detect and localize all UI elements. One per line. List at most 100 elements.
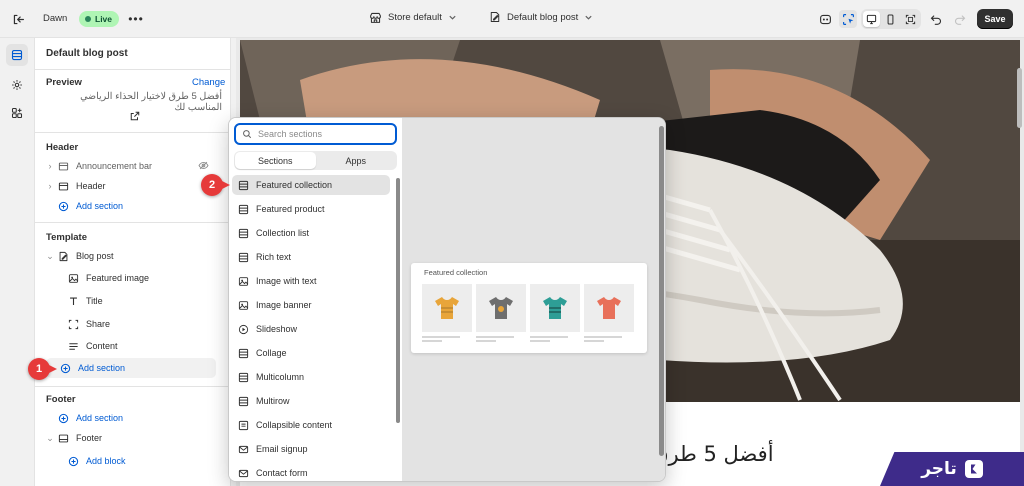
section-option-image-banner[interactable]: Image banner — [232, 295, 390, 315]
email-icon — [238, 445, 249, 453]
search-sections-input[interactable] — [258, 129, 378, 139]
tab-apps[interactable]: Apps — [316, 152, 397, 169]
theme-settings-icon[interactable] — [6, 74, 28, 96]
email-icon — [238, 469, 249, 477]
chevron-right-icon[interactable]: › — [44, 161, 56, 171]
app-blocks-icon[interactable] — [6, 102, 28, 124]
tshirt-icon — [476, 284, 526, 332]
section-option-collection-list[interactable]: Collection list — [232, 223, 390, 243]
add-section-footer[interactable]: Add section — [56, 408, 235, 428]
preview-product-card — [422, 284, 472, 342]
brand-watermark-text: تاجر — [921, 459, 957, 479]
preview-pane-scrollbar[interactable] — [659, 126, 664, 456]
header-group-heading: Header — [46, 142, 79, 153]
add-block-footer[interactable]: Add block — [66, 451, 216, 471]
section-row-label: Blog post — [76, 251, 114, 261]
step-callout-1: 1 — [28, 358, 57, 380]
section-option-collage[interactable]: Collage — [232, 343, 390, 363]
block-row-featured-image[interactable]: Featured image — [66, 268, 216, 288]
redo-icon[interactable] — [951, 10, 969, 28]
section-option-contact-form[interactable]: Contact form — [232, 463, 390, 481]
sections-nav-icon[interactable] — [6, 44, 28, 66]
section-option-featured-product[interactable]: Featured product — [232, 199, 390, 219]
add-section-label: Add section — [76, 413, 124, 423]
image-icon — [238, 300, 249, 310]
section-option-label: Collection list — [256, 228, 310, 238]
section-option-featured-collection[interactable]: Featured collection — [232, 175, 390, 195]
preview-product-card — [476, 284, 526, 342]
block-row-share[interactable]: Share — [66, 314, 216, 334]
step-callout-2: 2 — [201, 174, 230, 196]
save-button[interactable]: Save — [977, 9, 1013, 29]
section-layout-icon — [238, 180, 249, 190]
section-option-multicolumn[interactable]: Multicolumn — [232, 367, 390, 387]
section-option-label: Collage — [256, 348, 287, 358]
brand-watermark: تاجر — [880, 452, 1024, 486]
add-section-header[interactable]: Add section — [56, 196, 235, 216]
external-link-icon[interactable] — [130, 111, 140, 121]
section-row-header[interactable]: › Header — [38, 176, 217, 196]
picker-list-scrollbar[interactable] — [396, 178, 400, 423]
section-option-label: Email signup — [256, 444, 308, 454]
change-preview-link[interactable]: Change — [192, 77, 225, 88]
product-placeholder-line — [584, 340, 604, 342]
preview-page-title: أفضل 5 طرق لاختيار الحذاء الرياضي المناس… — [80, 91, 222, 113]
mobile-view-icon[interactable] — [882, 11, 899, 27]
block-row-label: Content — [86, 341, 118, 351]
section-option-label: Image with text — [256, 276, 317, 286]
fullscreen-view-icon[interactable] — [902, 11, 919, 27]
section-option-email-signup[interactable]: Email signup — [232, 439, 390, 459]
more-actions-icon[interactable]: ••• — [128, 11, 144, 27]
theme-name: Dawn — [43, 13, 68, 24]
tab-sections[interactable]: Sections — [235, 152, 316, 169]
sidebar-title: Default blog post — [46, 48, 128, 59]
add-section-template[interactable]: Add section — [46, 358, 216, 378]
section-option-rich-text[interactable]: Rich text — [232, 247, 390, 267]
exit-icon[interactable] — [10, 11, 26, 27]
product-placeholder-line — [530, 340, 550, 342]
product-placeholder-line — [422, 340, 442, 342]
desktop-view-icon[interactable] — [863, 11, 881, 27]
section-row-announcement-bar[interactable]: › Announcement bar — [38, 156, 217, 176]
section-option-multirow[interactable]: Multirow — [232, 391, 390, 411]
edit-page-icon — [56, 249, 70, 263]
top-bar: Dawn Live ••• Store default Default blog… — [0, 0, 1024, 38]
divider — [35, 132, 231, 133]
block-row-title[interactable]: Title — [66, 291, 216, 311]
section-row-blog-post[interactable]: ⌄ Blog post — [38, 246, 217, 266]
preview-card-title: Featured collection — [424, 268, 488, 277]
search-sections-field[interactable] — [234, 123, 397, 145]
chevron-down-icon[interactable]: ⌄ — [44, 433, 56, 444]
block-row-content[interactable]: Content — [66, 336, 216, 356]
app-embeds-icon[interactable] — [816, 10, 834, 28]
slideshow-icon — [238, 324, 249, 334]
chevron-down-icon[interactable]: ⌄ — [44, 251, 56, 262]
template-select[interactable]: Default blog post — [489, 11, 593, 23]
product-placeholder-line — [530, 336, 568, 338]
brand-logo-icon — [964, 460, 983, 478]
divider — [35, 222, 231, 223]
section-option-label: Rich text — [256, 252, 292, 262]
undo-icon[interactable] — [927, 10, 945, 28]
divider — [35, 69, 231, 70]
section-option-slideshow[interactable]: Slideshow — [232, 319, 390, 339]
section-option-label: Contact form — [256, 468, 308, 478]
sections-sidebar: Default blog post Preview Change أفضل 5 … — [35, 38, 231, 486]
section-row-label: Announcement bar — [76, 161, 153, 171]
section-row-footer[interactable]: ⌄ Footer — [38, 428, 217, 448]
section-option-label: Collapsible content — [256, 420, 333, 430]
add-section-label: Add section — [76, 201, 124, 211]
search-icon — [243, 130, 252, 139]
section-option-image-with-text[interactable]: Image with text — [232, 271, 390, 291]
image-icon — [66, 271, 80, 285]
section-layout-icon — [238, 204, 249, 214]
section-layout-icon — [56, 159, 70, 173]
live-dot-icon — [85, 16, 91, 22]
store-select[interactable]: Store default — [369, 11, 457, 24]
hidden-eye-icon[interactable] — [198, 160, 209, 171]
live-label: Live — [95, 14, 113, 24]
inspector-icon[interactable] — [839, 10, 857, 28]
chevron-right-icon[interactable]: › — [44, 181, 56, 191]
section-option-collapsible-content[interactable]: Collapsible content — [232, 415, 390, 435]
canvas-scrollbar[interactable] — [1017, 68, 1022, 128]
